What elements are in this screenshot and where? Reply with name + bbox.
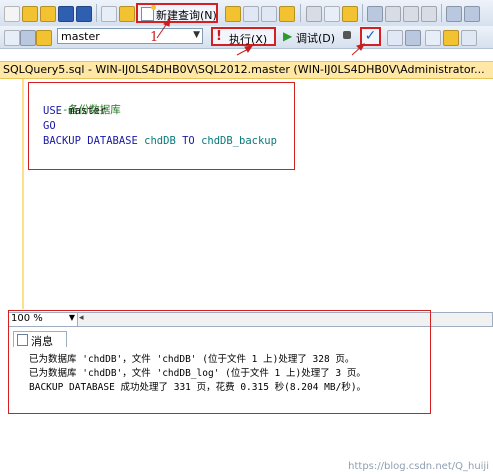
code-line-2: USE master [43, 105, 106, 117]
document-tab[interactable]: SQLQuery5.sql - WIN-IJ0LS4DHB0V\SQL2012.… [0, 61, 493, 79]
document-tab-title: SQLQuery5.sql - WIN-IJ0LS4DHB0V\SQL2012.… [3, 63, 485, 76]
arrowhead [244, 45, 254, 53]
arrowhead [163, 17, 171, 27]
backup-target-name: chdDB_backup [201, 135, 277, 147]
go-keyword: GO [43, 120, 56, 132]
code-line-4: BACKUP DATABASE chdDB TO chdDB_backup [43, 135, 277, 147]
message-line-2: 已为数据库 'chdDB'，文件 'chdDB_log' (位于文件 1 上)处… [29, 368, 366, 379]
code-line-3: GO [43, 120, 56, 132]
backup-database-name: chdDB [144, 135, 176, 147]
message-line-1: 已为数据库 'chdDB'，文件 'chdDB' (位于文件 1 上)处理了 3… [29, 354, 355, 365]
use-keyword: USE [43, 105, 62, 117]
message-line-3: BACKUP DATABASE 成功处理了 331 页，花费 0.315 秒(8… [29, 382, 367, 393]
backup-keyword: BACKUP DATABASE [43, 135, 138, 147]
watermark: https://blog.csdn.net/Q_huiji [348, 461, 489, 472]
to-keyword: TO [182, 135, 195, 147]
use-database: master [68, 105, 107, 117]
editor-gutter [22, 79, 24, 309]
